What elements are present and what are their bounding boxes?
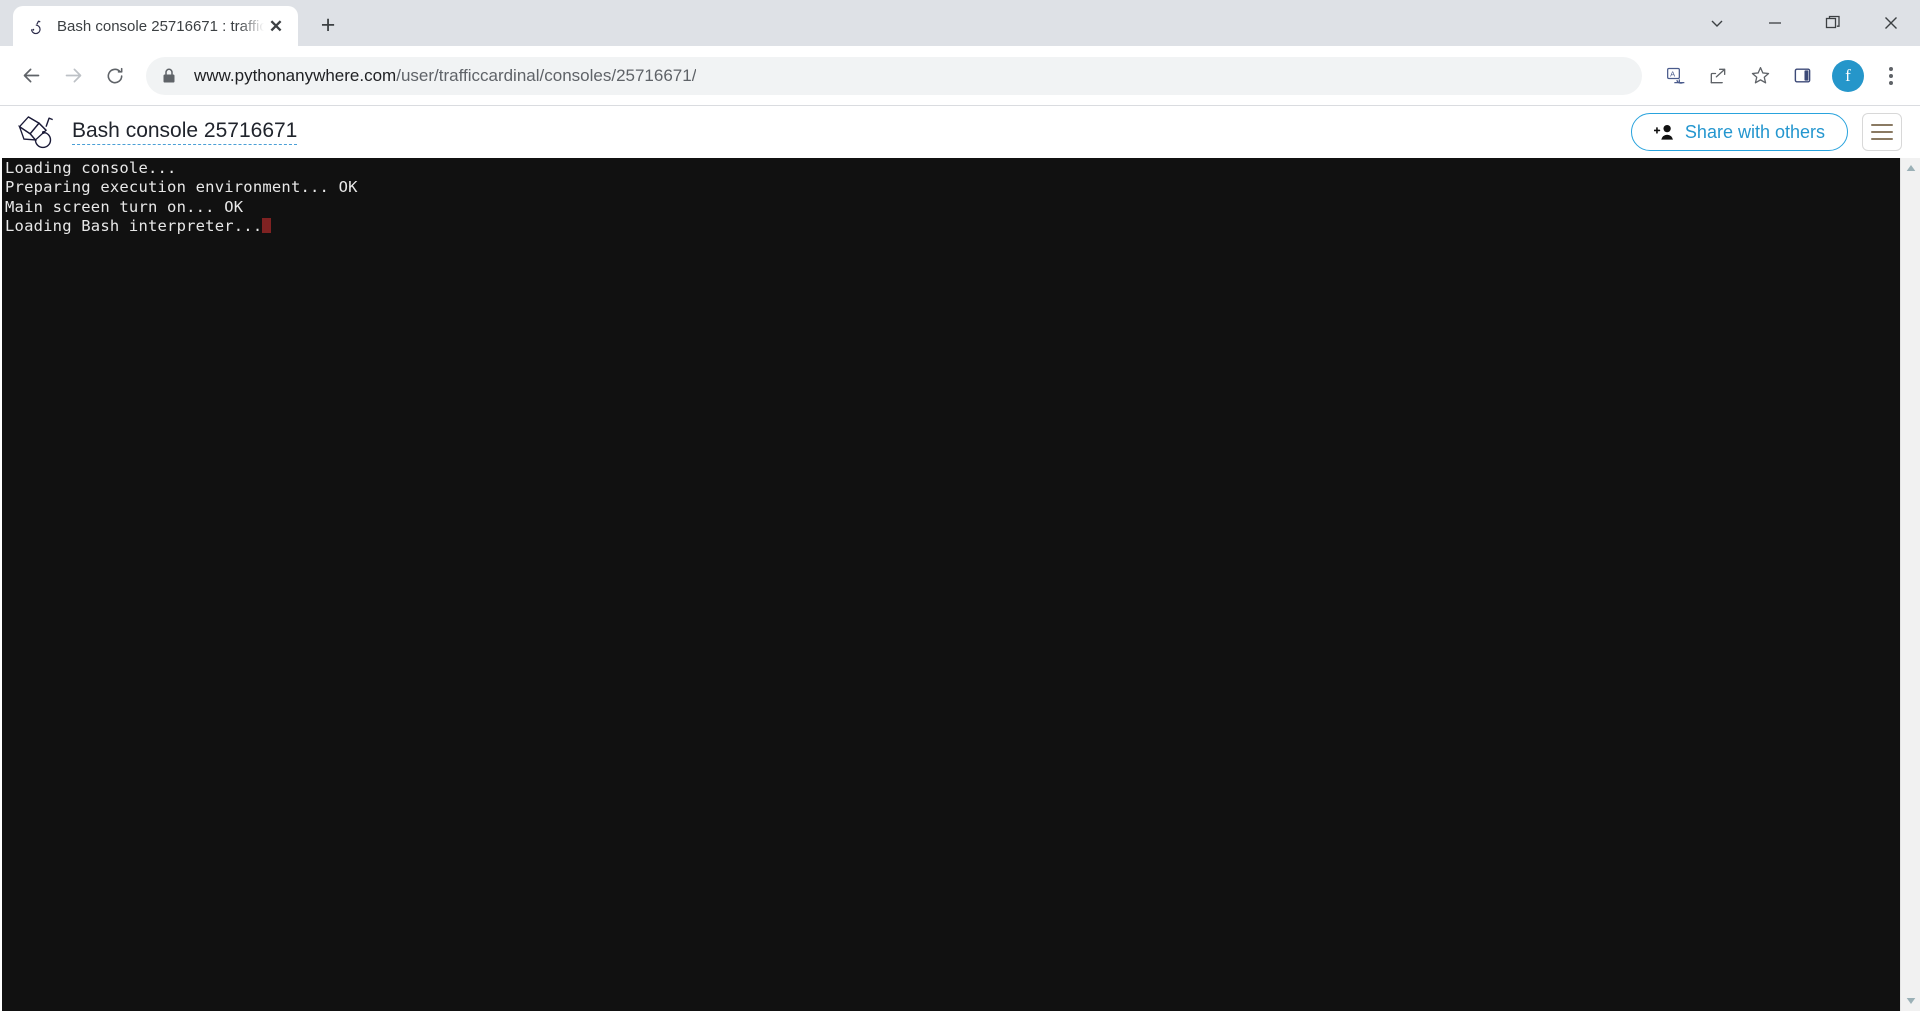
minimize-icon[interactable]: [1746, 0, 1804, 46]
scrollbar-track[interactable]: [1901, 178, 1920, 991]
kebab-dot: [1889, 73, 1893, 78]
terminal-line: Loading console...: [5, 159, 177, 177]
console-header: Bash console 25716671 Share with others: [0, 106, 1920, 158]
terminal-line: Preparing execution environment... OK: [5, 178, 358, 197]
url-host: www.pythonanywhere.com: [194, 65, 397, 85]
terminal-cursor: [262, 217, 272, 233]
pythonanywhere-logo[interactable]: [16, 112, 62, 152]
scroll-up-icon[interactable]: [1901, 158, 1920, 178]
new-tab-button[interactable]: +: [312, 9, 344, 41]
tab-title: Bash console 25716671 : trafficca: [57, 17, 264, 35]
browser-tab[interactable]: Bash console 25716671 : trafficca ✕: [13, 6, 298, 46]
pythonanywhere-favicon: [27, 17, 45, 35]
terminal-container: Loading console... Preparing execution en…: [0, 158, 1920, 1011]
header-actions: Share with others: [1630, 113, 1902, 151]
side-panel-icon[interactable]: [1784, 58, 1820, 94]
profile-avatar[interactable]: f: [1832, 59, 1864, 92]
scroll-down-icon[interactable]: [1901, 991, 1920, 1011]
share-button-label: Share with others: [1684, 121, 1825, 142]
hamburger-line: [1871, 131, 1893, 133]
maximize-icon[interactable]: [1804, 0, 1862, 46]
tab-strip: Bash console 25716671 : trafficca ✕ +: [0, 0, 1920, 46]
kebab-dot: [1889, 66, 1893, 71]
add-person-icon: [1653, 123, 1676, 141]
hamburger-line: [1871, 138, 1893, 140]
close-tab-icon[interactable]: ✕: [264, 14, 288, 38]
hamburger-line: [1871, 124, 1893, 126]
bash-terminal[interactable]: Loading console... Preparing execution en…: [2, 158, 1900, 1011]
lock-icon: [162, 68, 180, 84]
forward-icon[interactable]: [54, 57, 92, 95]
address-bar[interactable]: www.pythonanywhere.com/user/trafficcardi…: [146, 56, 1642, 95]
browser-window: Bash console 25716671 : trafficca ✕ + ww…: [0, 0, 1920, 1011]
back-icon[interactable]: [12, 57, 50, 95]
terminal-scrollbar[interactable]: [1900, 158, 1920, 1011]
bookmark-star-icon[interactable]: [1742, 58, 1778, 94]
translate-icon[interactable]: A: [1658, 58, 1694, 94]
reload-icon[interactable]: [96, 57, 134, 95]
share-icon[interactable]: [1700, 58, 1736, 94]
tab-search-icon[interactable]: [1688, 0, 1746, 46]
svg-text:A: A: [1670, 69, 1675, 78]
url-text: www.pythonanywhere.com/user/trafficcardi…: [194, 66, 696, 86]
url-path: /user/trafficcardinal/consoles/25716671/: [396, 65, 697, 85]
console-menu-button[interactable]: [1862, 113, 1902, 151]
window-controls: [1688, 0, 1920, 46]
browser-toolbar: www.pythonanywhere.com/user/trafficcardi…: [0, 46, 1920, 106]
kebab-dot: [1889, 80, 1893, 85]
terminal-line: Main screen turn on... OK: [5, 197, 244, 216]
terminal-line: Loading Bash interpreter...: [5, 217, 1900, 236]
page-content: Bash console 25716671 Share with others: [0, 106, 1920, 1011]
page-title[interactable]: Bash console 25716671: [72, 119, 298, 146]
browser-menu-icon[interactable]: [1874, 58, 1908, 94]
share-with-others-button[interactable]: Share with others: [1630, 113, 1848, 151]
close-window-icon[interactable]: [1862, 0, 1920, 46]
